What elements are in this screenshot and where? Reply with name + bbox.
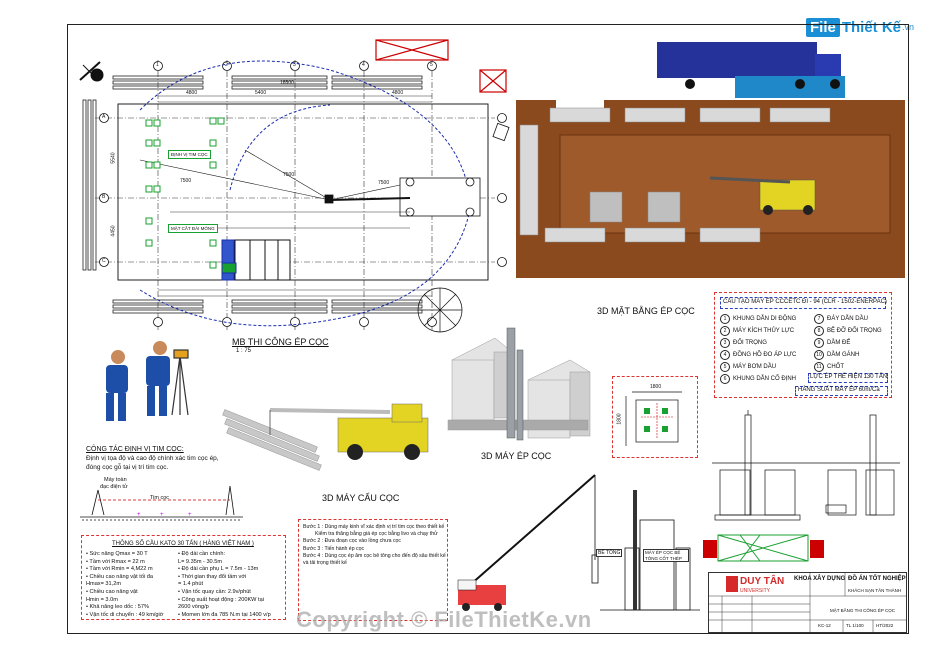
copyright-watermark: Copyright © FileThietKe.vn [296, 607, 592, 632]
title-block-grid [708, 572, 907, 633]
